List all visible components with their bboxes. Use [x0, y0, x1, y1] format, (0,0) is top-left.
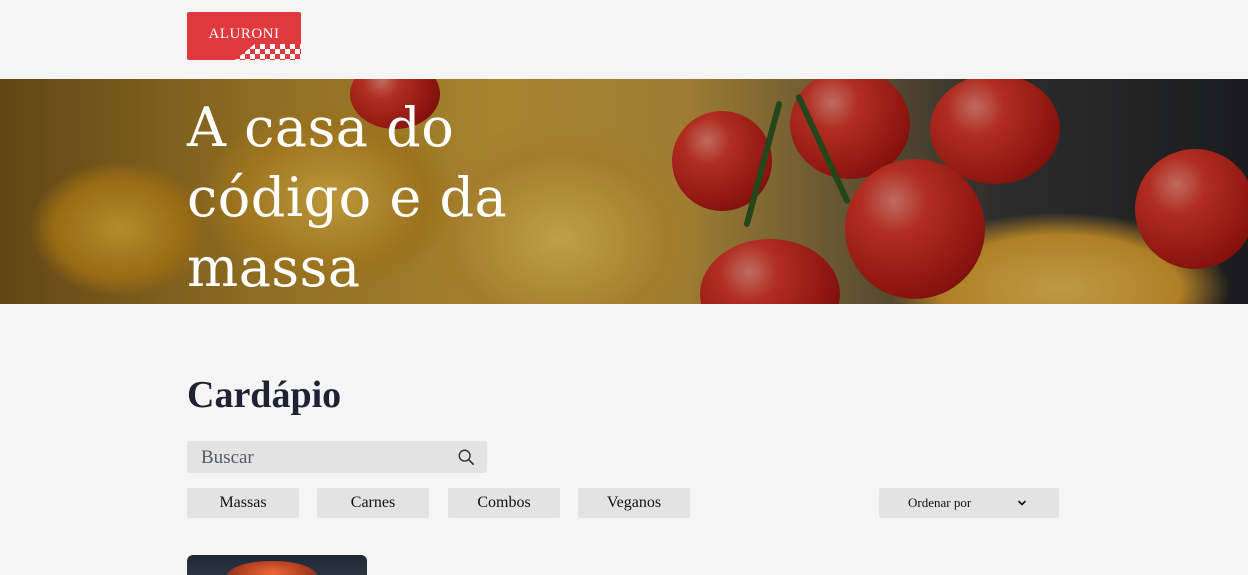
logo-text: ALURONI [208, 26, 280, 42]
filter-massas[interactable]: Massas [187, 488, 299, 518]
dish-card-image[interactable] [187, 555, 367, 575]
hero-banner: A casa do código e da massa [0, 79, 1248, 304]
site-header: ALURONI [0, 0, 1248, 79]
aluroni-logo[interactable]: ALURONI [187, 12, 301, 60]
filter-combos[interactable]: Combos [448, 488, 560, 518]
dish-photo [227, 561, 317, 575]
filter-veganos[interactable]: Veganos [578, 488, 690, 518]
menu-title: Cardápio [187, 374, 342, 416]
search-icon[interactable] [457, 448, 475, 466]
filter-carnes[interactable]: Carnes [317, 488, 429, 518]
search-box [187, 441, 487, 473]
sort-label: Ordenar por [908, 495, 972, 510]
search-input[interactable] [199, 445, 453, 471]
logo-checker-pattern [235, 44, 301, 60]
hero-title: A casa do código e da massa [187, 96, 508, 299]
sort-dropdown[interactable]: Ordenar por [879, 488, 1059, 518]
chevron-down-icon [1018, 500, 1026, 506]
